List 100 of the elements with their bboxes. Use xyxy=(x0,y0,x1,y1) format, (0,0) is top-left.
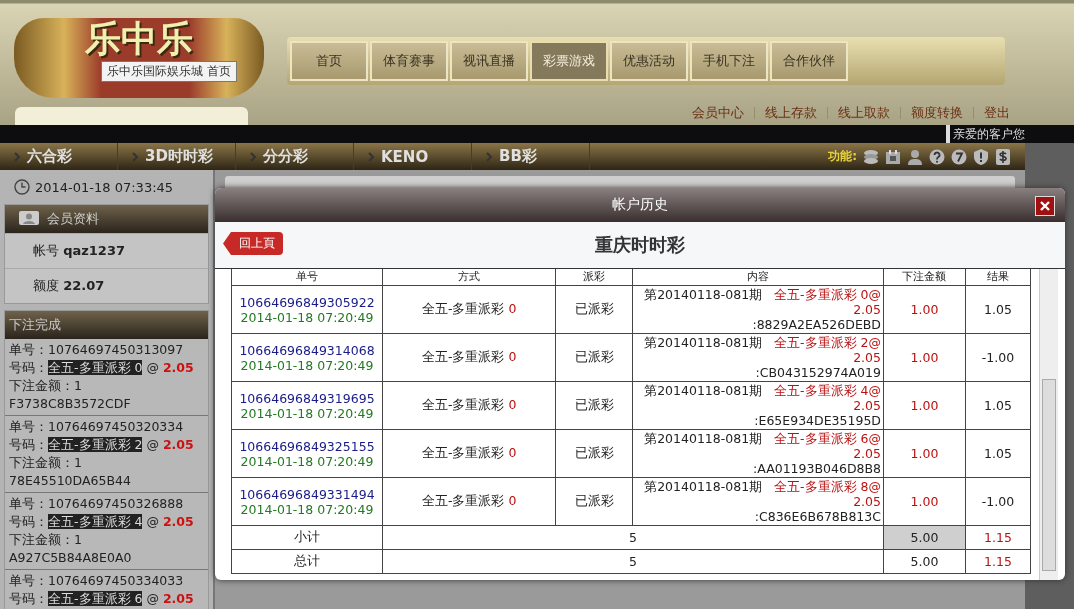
clock-time: 2014-01-18 07:33:45 xyxy=(35,179,174,195)
header-link[interactable]: 线上存款 xyxy=(765,104,817,122)
content-cell: 第20140118-081期 全五-多重派彩 2@ 2.05 :CB043152974A019 xyxy=(632,333,884,382)
total-label: 小计 xyxy=(231,525,383,550)
clock-icon xyxy=(14,179,30,195)
column-header: 下注金额 xyxy=(883,269,966,286)
nav-button[interactable]: 视讯直播 xyxy=(450,41,528,81)
bet-amount: 下注金额：1 xyxy=(9,454,83,472)
user-card-icon xyxy=(19,211,39,227)
bet-number: 单号：10764697450334033 xyxy=(9,572,185,590)
nav-button[interactable]: 彩票游戏 xyxy=(530,41,608,81)
method-cell: 全五-多重派彩 0 xyxy=(382,285,556,334)
amount-cell: 1.00 xyxy=(883,477,966,526)
bet-selection: 全五-多重派彩 6 xyxy=(48,591,143,606)
payout-cell: 已派彩 xyxy=(555,285,633,334)
at-sign: @ xyxy=(146,437,159,452)
scroll-thumb[interactable] xyxy=(1042,379,1056,571)
total-label: 总计 xyxy=(231,549,383,574)
column-header: 方式 xyxy=(382,269,556,286)
result-cell: 1.05 xyxy=(965,381,1031,430)
bet-selection: 全五-多重派彩 2 xyxy=(48,437,143,452)
member-field: 额度 22.07 xyxy=(5,268,208,303)
shield-icon[interactable] xyxy=(973,148,989,165)
order-cell: 10664696849325155 2014-01-18 07:20:49 xyxy=(231,429,383,478)
dollar-icon[interactable] xyxy=(995,148,1011,165)
column-header: 单号 xyxy=(231,269,383,286)
bet-odds: 2.05 xyxy=(162,360,194,375)
column-header: 派彩 xyxy=(555,269,633,286)
chevron-icon xyxy=(368,151,375,162)
bet-code: A927C5B84A8E0A0 xyxy=(9,549,133,567)
amount-cell: 1.00 xyxy=(883,429,966,478)
number-circle-icon[interactable] xyxy=(951,148,967,165)
result-cell: 1.05 xyxy=(965,285,1031,334)
content-cell: 第20140118-081期 全五-多重派彩 6@ 2.05 :AA01193B046D8B8 xyxy=(632,429,884,478)
dialog-title: 帐户历史 xyxy=(612,196,668,214)
order-cell: 10664696849314068 2014-01-18 07:20:49 xyxy=(231,333,383,382)
header-link[interactable]: 登出 xyxy=(984,104,1010,122)
help-icon[interactable] xyxy=(929,148,945,165)
close-button[interactable] xyxy=(1035,196,1055,216)
content-cell: 第20140118-081期 全五-多重派彩 0@ 2.05 :8829A2EA526DEBD xyxy=(632,285,884,334)
bet-number: 单号：10764697450320334 xyxy=(9,418,185,436)
chevron-icon xyxy=(250,151,257,162)
nav-button[interactable]: 体育赛事 xyxy=(370,41,448,81)
chevron-icon xyxy=(14,151,21,162)
total-result: 1.15 xyxy=(965,525,1031,550)
bet-label: 号码： xyxy=(9,437,48,452)
content-cell: 第20140118-081期 全五-多重派彩 8@ 2.05 :C836E6B678B813C xyxy=(632,477,884,526)
bet-odds: 2.05 xyxy=(162,514,194,529)
bet-odds: 2.05 xyxy=(162,437,194,452)
bet-code: 78E45510DA65B44 xyxy=(9,472,132,490)
back-button[interactable]: 回上頁 xyxy=(223,232,283,255)
nav-button[interactable]: 优惠活动 xyxy=(610,41,688,81)
column-header: 结果 xyxy=(965,269,1031,286)
bet-number: 单号：10764697450313097 xyxy=(9,341,185,359)
total-count: 5 xyxy=(382,549,884,574)
order-cell: 10664696849319695 2014-01-18 07:20:49 xyxy=(231,381,383,430)
order-cell: 10664696849331494 2014-01-18 07:20:49 xyxy=(231,477,383,526)
coins-icon[interactable] xyxy=(863,148,879,165)
functions-label: 功能: xyxy=(828,148,857,165)
bet-selection: 全五-多重派彩 4 xyxy=(48,514,143,529)
amount-cell: 1.00 xyxy=(883,285,966,334)
method-cell: 全五-多重派彩 0 xyxy=(382,333,556,382)
amount-cell: 1.00 xyxy=(883,333,966,382)
payout-cell: 已派彩 xyxy=(555,333,633,382)
bet-label: 号码： xyxy=(9,360,48,375)
column-header: 内容 xyxy=(632,269,884,286)
method-cell: 全五-多重派彩 0 xyxy=(382,477,556,526)
bet-odds: 2.05 xyxy=(162,591,194,606)
result-cell: -1.00 xyxy=(965,477,1031,526)
bet-code: F3738C8B3572CDF xyxy=(9,395,132,413)
nav-button[interactable]: 合作伙伴 xyxy=(770,41,848,81)
bet-label: 号码： xyxy=(9,591,48,606)
calendar-icon[interactable] xyxy=(885,148,901,165)
at-sign: @ xyxy=(146,591,159,606)
scrollbar[interactable] xyxy=(1039,269,1058,580)
payout-cell: 已派彩 xyxy=(555,429,633,478)
user-icon[interactable] xyxy=(907,148,923,165)
bet-amount: 下注金额：1 xyxy=(9,377,83,395)
header-link[interactable]: 线上取款 xyxy=(838,104,890,122)
total-amount: 5.00 xyxy=(883,549,966,574)
method-cell: 全五-多重派彩 0 xyxy=(382,381,556,430)
bet-label: 号码： xyxy=(9,514,48,529)
content-cell: 第20140118-081期 全五-多重派彩 4@ 2.05 :E65E934DE35195D xyxy=(632,381,884,430)
chevron-icon xyxy=(486,151,493,162)
close-icon xyxy=(1039,200,1051,212)
header-link[interactable]: 会员中心 xyxy=(692,104,744,122)
nav-button[interactable]: 手机下注 xyxy=(690,41,768,81)
result-cell: -1.00 xyxy=(965,333,1031,382)
header-link[interactable]: 额度转换 xyxy=(911,104,963,122)
at-sign: @ xyxy=(146,514,159,529)
bet-amount: 下注金额：1 xyxy=(9,531,83,549)
total-count: 5 xyxy=(382,525,884,550)
result-cell: 1.05 xyxy=(965,429,1031,478)
chevron-icon xyxy=(132,151,139,162)
payout-cell: 已派彩 xyxy=(555,381,633,430)
payout-cell: 已派彩 xyxy=(555,477,633,526)
nav-button[interactable]: 首页 xyxy=(290,41,368,81)
amount-cell: 1.00 xyxy=(883,381,966,430)
panel-title: 下注完成 xyxy=(9,316,61,334)
total-result: 1.15 xyxy=(965,549,1031,574)
